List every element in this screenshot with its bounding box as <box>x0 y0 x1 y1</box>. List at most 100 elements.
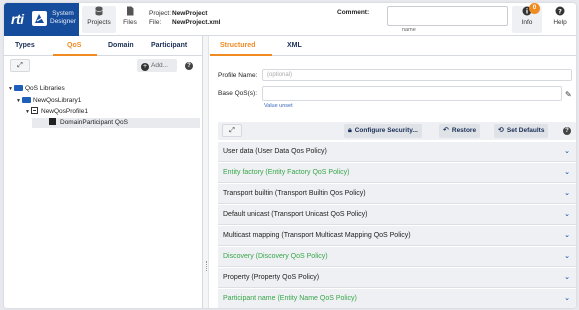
chevron-down-icon: ⌄ <box>564 169 570 176</box>
policy-label: Multicast mapping (Transport Multicast M… <box>223 232 411 239</box>
value-unset-text: Value unset <box>264 103 293 109</box>
policy-label: User data (User Data Qos Policy) <box>223 148 327 155</box>
projects-button[interactable]: Projects <box>82 6 116 33</box>
base-qos-input[interactable] <box>262 86 562 101</box>
expand-all-button[interactable]: ⤢ <box>222 124 242 137</box>
profile-icon <box>31 107 38 114</box>
file-icon <box>127 6 134 16</box>
profile-name-input[interactable]: (optional) <box>262 69 572 81</box>
tree-node-profile[interactable]: ▼ NewQosProfile1 <box>25 107 88 117</box>
help-label: Help <box>553 19 567 26</box>
tree-node-participant-qos[interactable]: DomainParticipant QoS <box>49 118 128 128</box>
undo-icon: ↶ <box>443 127 449 134</box>
add-label: Add... <box>151 62 168 69</box>
set-defaults-label: Set Defaults <box>506 127 545 134</box>
policy-label: Entity factory (Entity Factory QoS Polic… <box>223 169 350 176</box>
policy-row-multicast-mapping[interactable]: Multicast mapping (Transport Multicast M… <box>218 226 576 246</box>
policy-row-participant-name[interactable]: Participant name (Entity Name QoS Policy… <box>218 289 576 308</box>
expand-icon: ⤢ <box>229 127 235 134</box>
help-button[interactable]: ? Help <box>545 6 575 33</box>
info-badge: 0 <box>529 3 540 14</box>
folder-icon <box>22 97 31 103</box>
tree-node-label: NewQosProfile1 <box>41 108 88 115</box>
set-defaults-button[interactable]: ⟲ Set Defaults <box>494 124 549 138</box>
policy-row-default-unicast[interactable]: Default unicast (Transport Unicast QoS P… <box>218 205 576 225</box>
rti-logo: rti <box>11 11 24 27</box>
help-icon: ? <box>555 6 565 16</box>
configure-security-label: Configure Security... <box>354 127 418 134</box>
file-key: File: <box>149 19 162 26</box>
tree-node-label: QoS Libraries <box>25 85 65 92</box>
profile-name-label: Profile Name: <box>218 72 258 79</box>
project-name: NewProject <box>172 10 208 17</box>
right-panel: Structured XML Profile Name: (optional) … <box>210 36 576 308</box>
tab-qos[interactable]: QoS <box>67 42 81 49</box>
chevron-down-icon: ⌄ <box>564 274 570 281</box>
policy-label: Default unicast (Transport Unicast QoS P… <box>223 211 368 218</box>
chevron-down-icon: ⌄ <box>564 253 570 260</box>
policy-row-entity-factory[interactable]: Entity factory (Entity Factory QoS Polic… <box>218 163 576 183</box>
product-name-line1: System <box>52 10 74 17</box>
product-name: System Designer <box>50 10 76 26</box>
chevron-down-icon: ⌄ <box>564 190 570 197</box>
chevron-down-icon: ⌄ <box>564 295 570 302</box>
tab-structured[interactable]: Structured <box>220 42 255 49</box>
left-help-icon[interactable]: ? <box>185 62 193 70</box>
tab-participant[interactable]: Participant <box>151 42 187 49</box>
tree-node-library[interactable]: ▼ NewQosLibrary1 <box>16 96 81 106</box>
files-button[interactable]: Files <box>117 6 143 33</box>
comment-input[interactable] <box>387 6 508 26</box>
top-header: rti System Designer Projects Files Proje… <box>4 3 576 36</box>
policy-label: Participant name (Entity Name QoS Policy… <box>223 295 357 302</box>
policy-row-property[interactable]: Property (Property QoS Policy) ⌄ <box>218 268 576 288</box>
chevron-down-icon: ⌄ <box>564 211 570 218</box>
right-tabs: Structured XML <box>210 36 576 56</box>
svg-text:?: ? <box>558 7 562 15</box>
left-panel: Types QoS Domain Participant ⤢ + Add... ?… <box>4 36 203 308</box>
splitter-grip-icon <box>206 261 207 271</box>
tree-node-label: NewQosLibrary1 <box>33 97 82 104</box>
product-name-line2: Designer <box>50 18 77 25</box>
policy-row-transport-builtin[interactable]: Transport builtin (Transport Builtin Qos… <box>218 184 576 204</box>
chevron-down-icon: ⌄ <box>564 148 570 155</box>
add-button[interactable]: + Add... <box>137 59 177 72</box>
app-window: rti System Designer Projects Files Proje… <box>4 3 576 308</box>
comment-label: Comment: <box>337 9 370 16</box>
policy-toolbar: ⤢ 🔒︎ Configure Security... ↶ Restore ⟲ Set … <box>218 122 576 140</box>
left-toolbar: ⤢ + Add... ? <box>4 56 203 76</box>
brand-block: rti System Designer <box>4 3 79 36</box>
tab-domain[interactable]: Domain <box>108 42 134 49</box>
files-label: Files <box>123 19 137 26</box>
project-info: Project:NewProject File: NewProject.xml <box>149 9 220 27</box>
tab-xml[interactable]: XML <box>287 42 302 49</box>
policy-label: Transport builtin (Transport Builtin Qos… <box>223 190 366 197</box>
tree-node-qos-libraries[interactable]: ▼ QoS Libraries <box>8 84 65 94</box>
left-tabs: Types QoS Domain Participant <box>4 36 203 56</box>
restore-button[interactable]: ↶ Restore <box>439 124 481 138</box>
reset-icon: ⟲ <box>498 127 504 134</box>
lock-icon: 🔒︎ <box>348 127 352 134</box>
policy-help-icon[interactable]: ? <box>563 127 571 135</box>
policy-row-user-data[interactable]: User data (User Data Qos Policy) ⌄ <box>218 142 576 162</box>
policy-label: Discovery (Discovery QoS Policy) <box>223 253 328 260</box>
tree-node-label: DomainParticipant QoS <box>60 119 128 126</box>
configure-security-button[interactable]: 🔒︎ Configure Security... <box>344 124 422 138</box>
restore-label: Restore <box>451 127 477 134</box>
plus-icon: + <box>141 63 149 71</box>
active-tab-indicator <box>210 54 272 56</box>
project-key: Project: <box>149 10 172 17</box>
pencil-icon[interactable]: ✎ <box>565 90 572 99</box>
database-icon <box>95 6 103 16</box>
policy-row-discovery[interactable]: Discovery (Discovery QoS Policy) ⌄ <box>218 247 576 267</box>
policy-label: Property (Property QoS Policy) <box>223 274 320 281</box>
expand-button[interactable]: ⤢ <box>10 59 30 72</box>
tab-types[interactable]: Types <box>15 42 35 49</box>
qos-icon <box>49 118 56 125</box>
comment-sub-label: name <box>402 27 416 33</box>
folder-icon <box>14 85 23 91</box>
info-label: Info <box>521 19 533 26</box>
base-qos-label: Base QoS(s): <box>218 90 258 97</box>
projects-label: Projects <box>87 19 111 26</box>
system-designer-logo-icon <box>32 11 47 26</box>
info-button[interactable]: 0 Info <box>512 3 542 33</box>
